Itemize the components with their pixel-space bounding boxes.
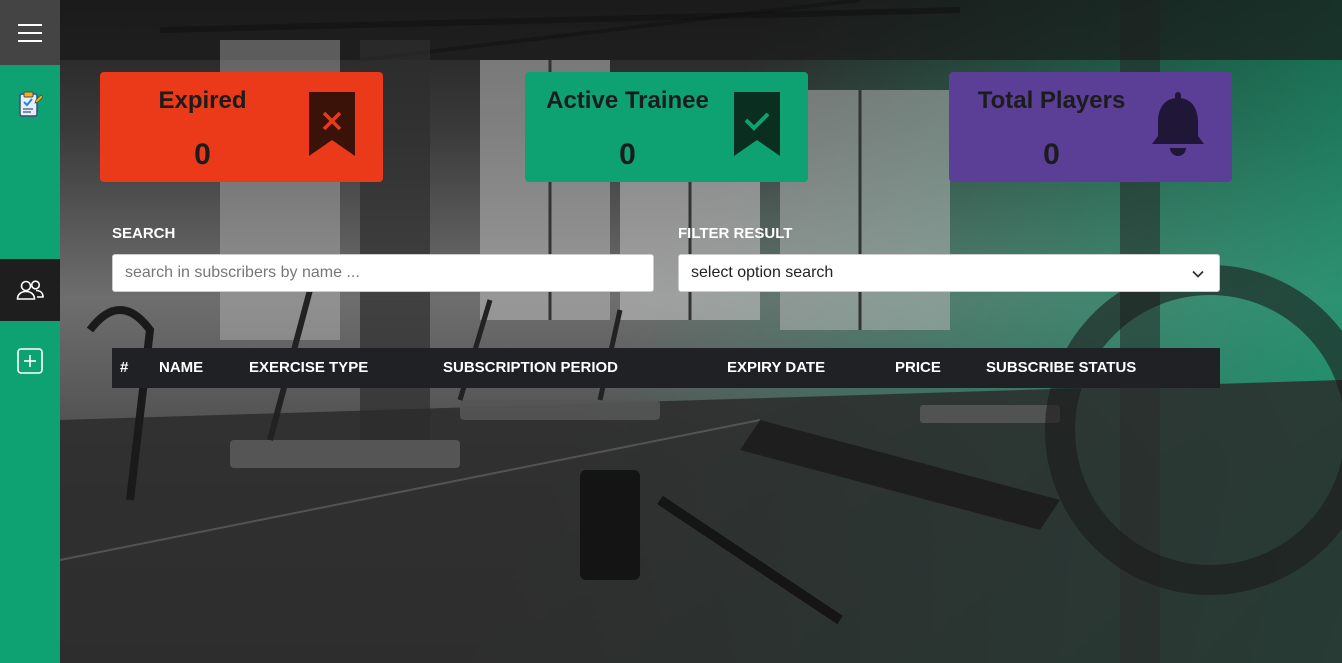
active-trainee-title: Active Trainee bbox=[546, 87, 709, 114]
col-subscription-period[interactable]: SUBSCRIPTION PERIOD bbox=[443, 348, 618, 388]
subscribers-table-header: # NAME EXERCISE TYPE SUBSCRIPTION PERIOD… bbox=[112, 348, 1220, 388]
main-content: Expired 0 Active Trainee 0 Total Players… bbox=[60, 0, 1342, 663]
total-players-count: 0 bbox=[1043, 138, 1060, 171]
filter-select[interactable]: select option search bbox=[678, 254, 1220, 292]
bookmark-x-icon bbox=[309, 92, 355, 156]
sidebar-item-subscribers[interactable] bbox=[0, 259, 60, 321]
expired-title: Expired bbox=[158, 87, 247, 114]
active-trainee-card: Active Trainee 0 bbox=[525, 72, 808, 182]
clipboard-check-icon bbox=[19, 91, 43, 117]
chevron-down-icon bbox=[1192, 270, 1204, 278]
search-label: SEARCH bbox=[112, 225, 176, 242]
expired-count: 0 bbox=[194, 138, 211, 171]
menu-toggle-button[interactable] bbox=[0, 0, 60, 65]
expired-card: Expired 0 bbox=[100, 72, 383, 182]
hamburger-icon bbox=[18, 23, 42, 43]
col-index[interactable]: # bbox=[120, 348, 128, 388]
col-exercise-type[interactable]: EXERCISE TYPE bbox=[249, 348, 368, 388]
users-icon bbox=[16, 280, 44, 300]
total-players-title: Total Players bbox=[977, 87, 1126, 114]
sidebar-item-add[interactable] bbox=[0, 330, 60, 392]
col-name[interactable]: NAME bbox=[159, 348, 203, 388]
sidebar bbox=[0, 0, 60, 663]
bell-icon bbox=[1152, 92, 1204, 156]
active-trainee-count: 0 bbox=[619, 138, 636, 171]
col-price[interactable]: PRICE bbox=[895, 348, 941, 388]
filter-label: FILTER RESULT bbox=[678, 225, 793, 242]
add-square-icon bbox=[17, 348, 43, 374]
bookmark-check-icon bbox=[734, 92, 780, 156]
total-players-card: Total Players 0 bbox=[949, 72, 1232, 182]
col-subscribe-status[interactable]: SUBSCRIBE STATUS bbox=[986, 348, 1136, 388]
sidebar-item-reports[interactable] bbox=[0, 73, 60, 135]
col-expiry-date[interactable]: EXPIRY DATE bbox=[727, 348, 825, 388]
search-input[interactable] bbox=[112, 254, 654, 292]
filter-select-value: select option search bbox=[691, 264, 834, 281]
